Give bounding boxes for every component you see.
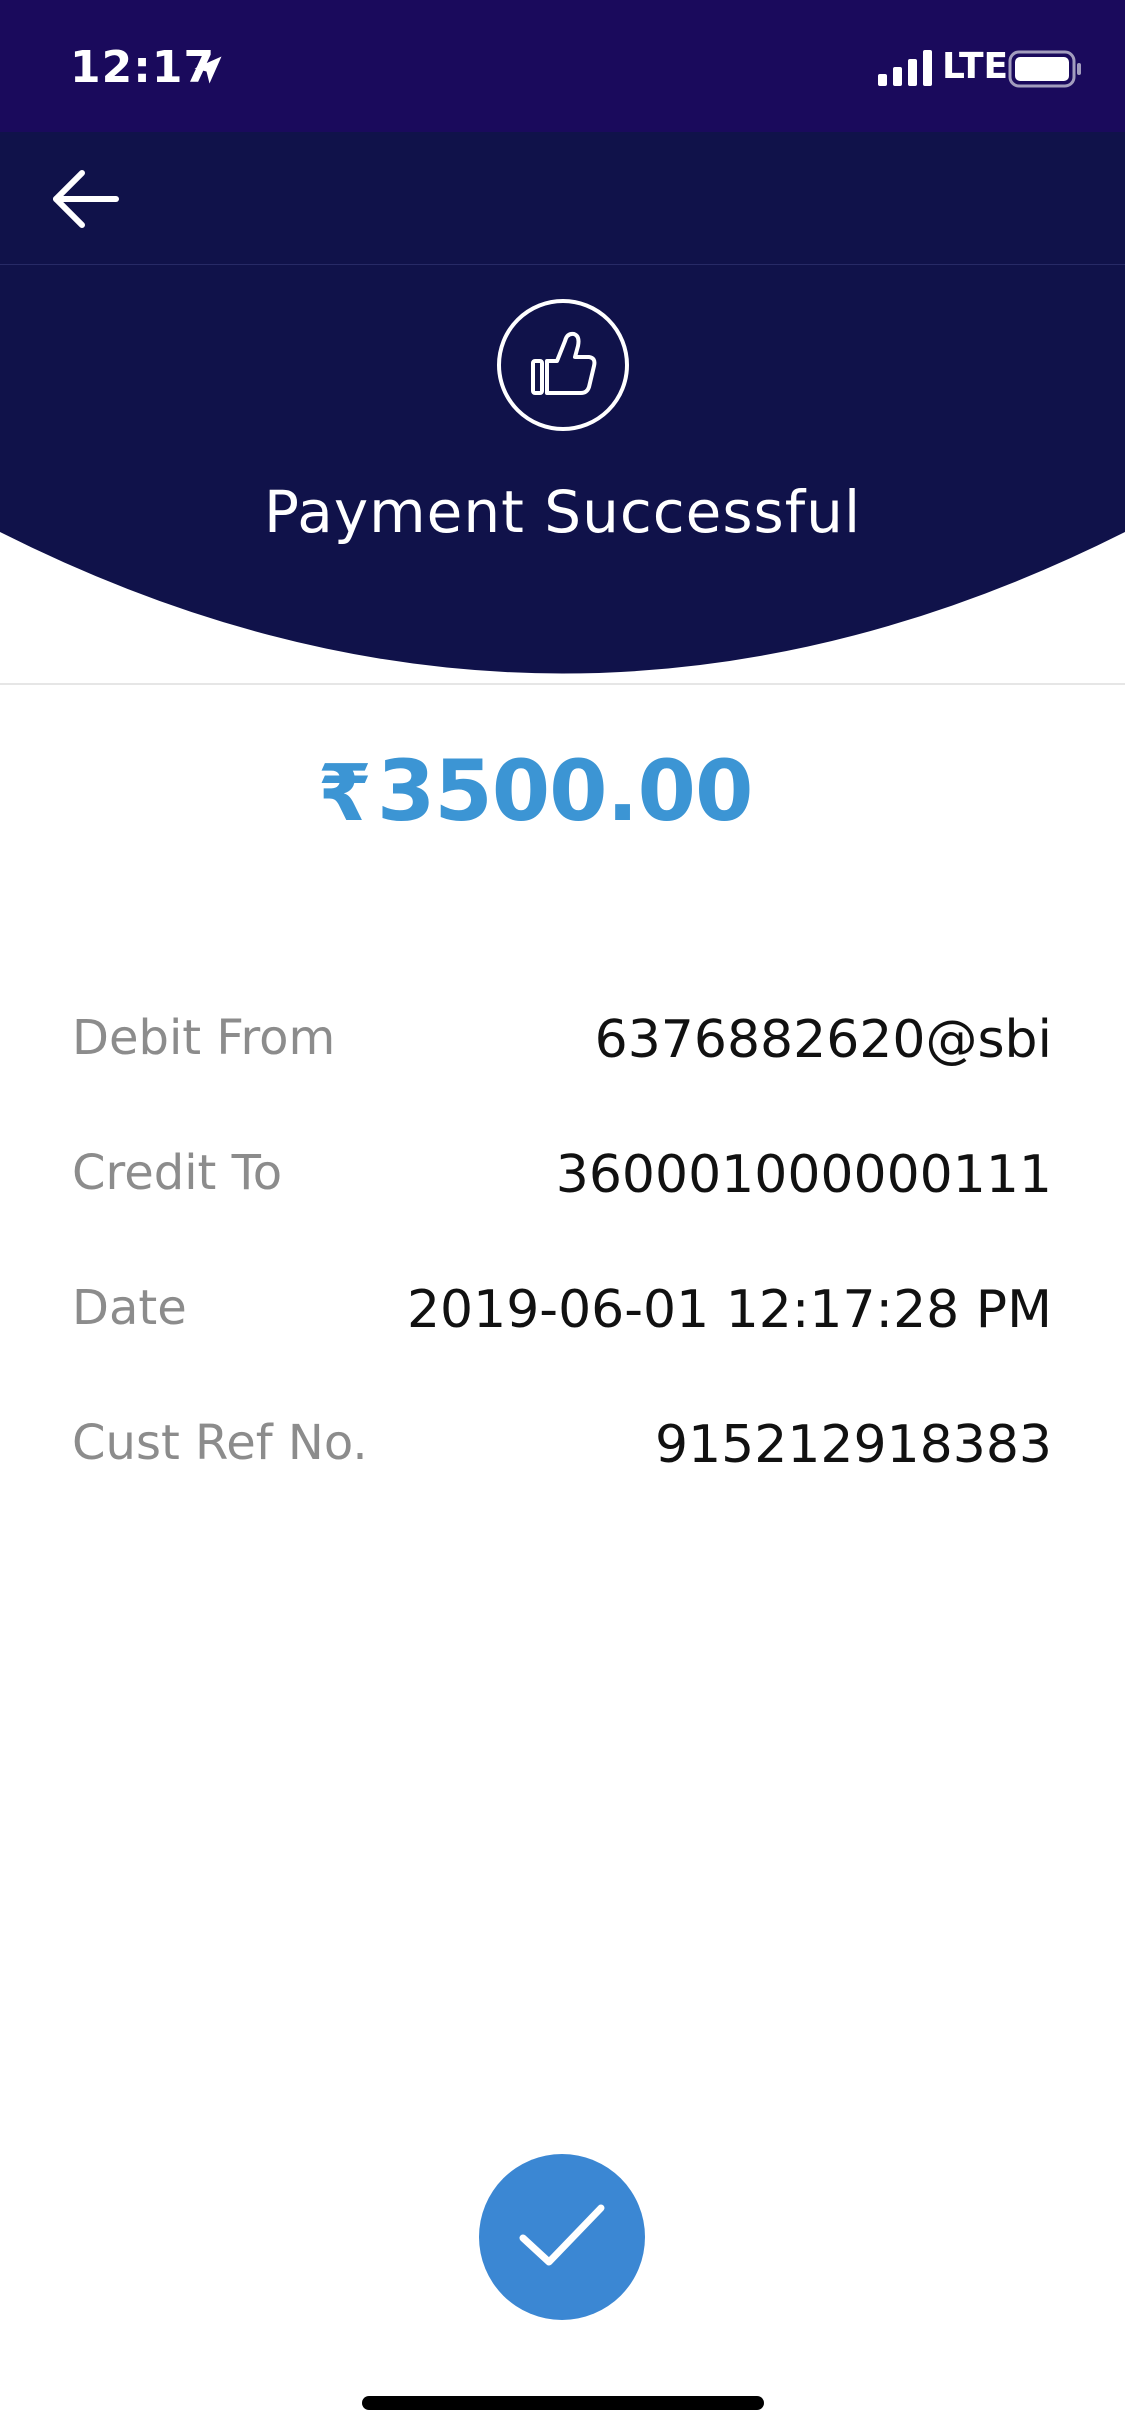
done-button[interactable] (479, 2154, 645, 2320)
location-arrow-icon (194, 56, 222, 84)
back-arrow-icon[interactable] (50, 168, 120, 230)
detail-row-credit-to: Credit To 360001000000111 (72, 1145, 1052, 1215)
payment-success-screen: 12:17 LTE Payment Successful ₹3500.00 De… (0, 0, 1125, 2436)
nav-bar (0, 132, 1125, 265)
payment-status-title: Payment Successful (263, 478, 862, 546)
detail-value: 360001000000111 (555, 1145, 1052, 1205)
detail-row-debit-from: Debit From 6376882620@sbi (72, 1010, 1052, 1080)
detail-label: Debit From (72, 1010, 336, 1066)
payment-amount: ₹3500.00 (0, 742, 1070, 840)
detail-value: 2019-06-01 12:17:28 PM (406, 1280, 1052, 1340)
detail-label: Credit To (72, 1145, 283, 1201)
detail-label: Date (72, 1280, 187, 1336)
thumbs-up-icon (497, 299, 629, 431)
battery-icon (1008, 50, 1081, 88)
currency-symbol: ₹ (317, 749, 372, 839)
detail-row-date: Date 2019-06-01 12:17:28 PM (72, 1280, 1052, 1350)
detail-value: 915212918383 (654, 1415, 1052, 1475)
amount-value: 3500.00 (376, 742, 754, 840)
network-type: LTE (942, 46, 1009, 87)
signal-icon (878, 50, 932, 86)
detail-row-cust-ref-no: Cust Ref No. 915212918383 (72, 1415, 1052, 1485)
status-bar: 12:17 LTE (0, 0, 1125, 132)
home-indicator[interactable] (362, 2396, 764, 2410)
header-divider (0, 683, 1125, 685)
checkmark-icon (519, 2204, 605, 2266)
detail-value: 6376882620@sbi (594, 1010, 1052, 1070)
detail-label: Cust Ref No. (72, 1415, 368, 1471)
